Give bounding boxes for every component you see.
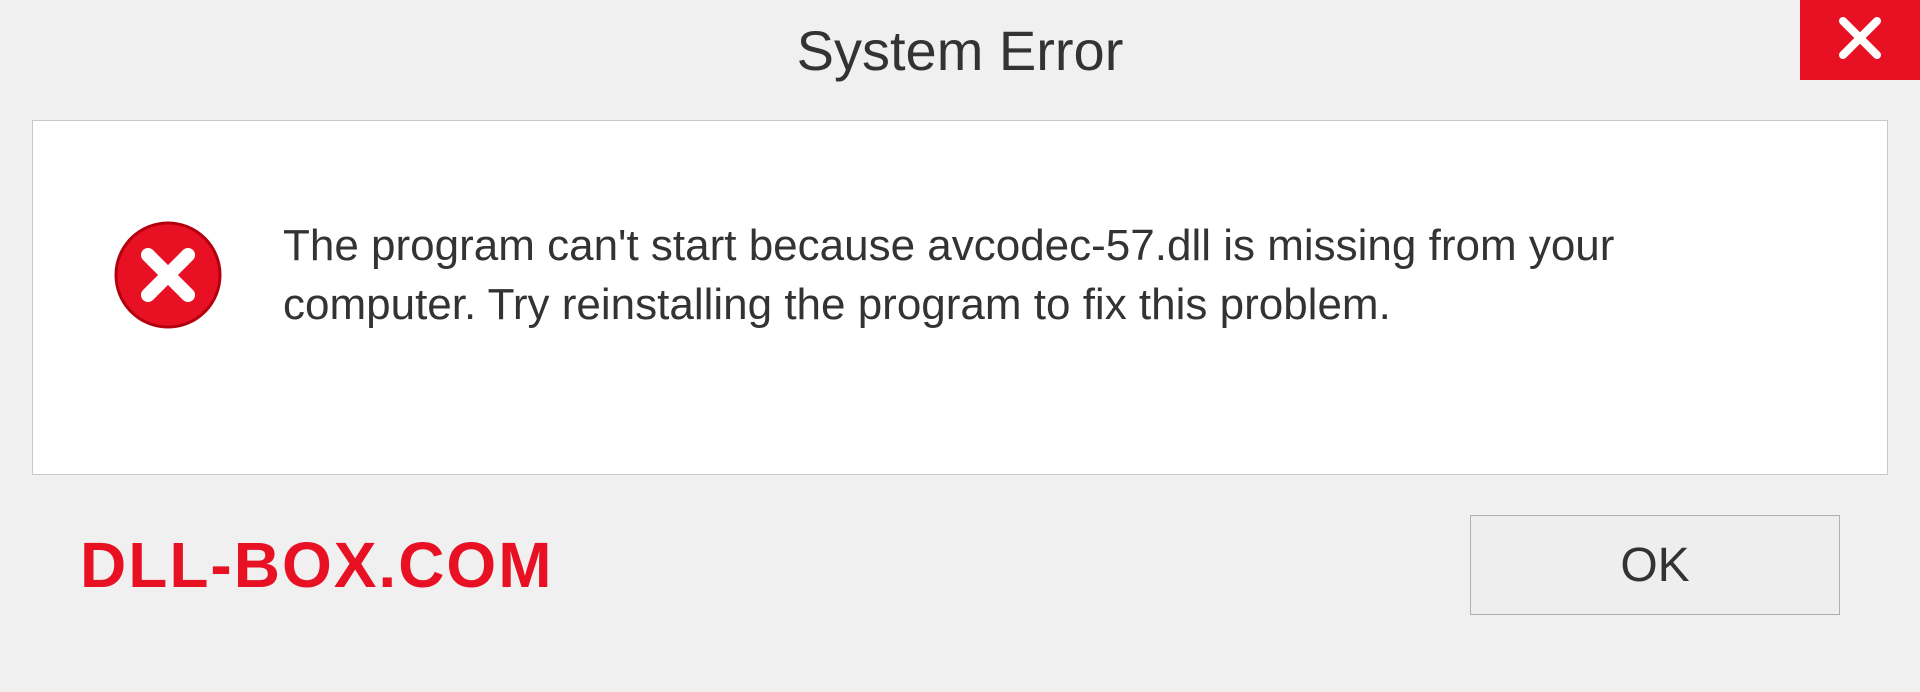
close-button[interactable] bbox=[1800, 0, 1920, 80]
error-icon bbox=[113, 220, 223, 330]
footer-bar: DLL-BOX.COM OK bbox=[0, 475, 1920, 615]
ok-button-label: OK bbox=[1620, 538, 1689, 593]
dialog-title: System Error bbox=[797, 18, 1124, 83]
watermark-text: DLL-BOX.COM bbox=[80, 528, 554, 602]
content-panel: The program can't start because avcodec-… bbox=[32, 120, 1888, 475]
title-bar: System Error bbox=[0, 0, 1920, 100]
ok-button[interactable]: OK bbox=[1470, 515, 1840, 615]
error-message: The program can't start because avcodec-… bbox=[283, 216, 1807, 335]
close-icon bbox=[1835, 13, 1885, 68]
